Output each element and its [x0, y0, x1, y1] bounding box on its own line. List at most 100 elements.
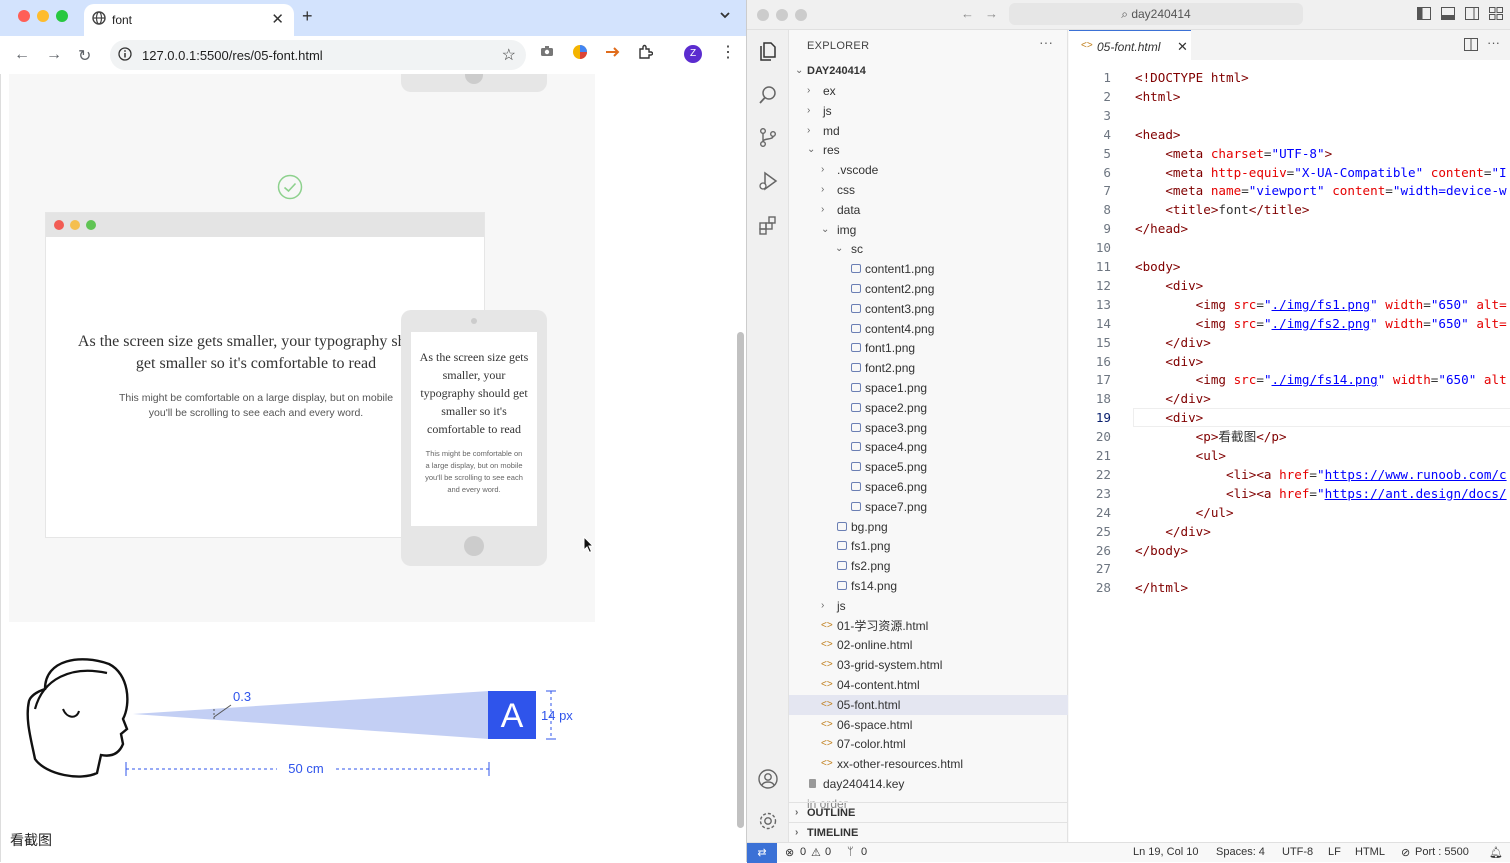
tree-folder[interactable]: ⌄ res — [789, 140, 1068, 160]
close-tab-icon[interactable]: ✕ — [1177, 39, 1188, 55]
split-editor-icon[interactable] — [1464, 38, 1478, 56]
tree-file[interactable]: space2.png — [789, 398, 1068, 418]
profile-avatar[interactable]: Z — [684, 45, 702, 63]
code-line[interactable]: <html> — [1135, 87, 1181, 106]
code-editor[interactable]: 1 <!DOCTYPE html> 2 <html> 3 4 <head> 5 <meta c… — [1069, 60, 1510, 820]
tree-folder[interactable]: › data — [789, 200, 1068, 220]
zoom-window-button[interactable] — [56, 10, 68, 22]
ports-icon[interactable]: ᛘ — [847, 846, 854, 858]
end-of-line[interactable]: LF — [1328, 846, 1341, 858]
cursor-position[interactable]: Ln 19, Col 10 — [1133, 846, 1198, 858]
remote-indicator-icon[interactable]: ⇄ — [747, 843, 777, 863]
editor-more-icon[interactable]: ··· — [1487, 35, 1500, 50]
close-window-button[interactable] — [757, 9, 769, 21]
run-debug-icon[interactable] — [757, 170, 779, 197]
code-line[interactable]: <meta name="viewport" content="width=dev… — [1135, 181, 1506, 200]
code-line[interactable]: </head> — [1135, 219, 1188, 238]
code-line[interactable]: <!DOCTYPE html> — [1135, 68, 1249, 87]
tree-file[interactable]: day240414.key — [789, 774, 1068, 794]
close-tab-icon[interactable]: ✕ — [271, 10, 284, 28]
zoom-window-button[interactable] — [795, 9, 807, 21]
tree-file[interactable]: <> 02-online.html — [789, 635, 1068, 655]
tree-folder[interactable]: ⌄ sc — [789, 239, 1068, 259]
code-line[interactable]: <img src="./img/fs2.png" width="650" alt… — [1135, 314, 1507, 333]
tree-file[interactable]: space3.png — [789, 418, 1068, 438]
tree-file[interactable]: content2.png — [789, 279, 1068, 299]
minimize-window-button[interactable] — [37, 10, 49, 22]
code-line[interactable]: <li><a href="https://www.runoob.com/c — [1135, 465, 1507, 484]
bookmark-star-icon[interactable]: ☆ — [502, 45, 516, 65]
command-center[interactable]: ⌕ day240414 — [1009, 3, 1303, 25]
toggle-panel-icon[interactable] — [1441, 7, 1455, 25]
tree-file[interactable]: <> 06-space.html — [789, 715, 1068, 735]
tree-file[interactable]: space4.png — [789, 437, 1068, 457]
tree-folder[interactable]: › md — [789, 121, 1068, 141]
camera-icon[interactable] — [540, 44, 554, 63]
code-line[interactable]: <meta charset="UTF-8"> — [1135, 144, 1332, 163]
tree-folder[interactable]: › .vscode — [789, 160, 1068, 180]
workspace-root[interactable]: ⌄ DAY240414 — [789, 61, 1068, 81]
tab-search-icon[interactable] — [718, 8, 732, 27]
tree-file[interactable]: content3.png — [789, 299, 1068, 319]
toggle-sidebar-icon[interactable] — [1417, 7, 1431, 25]
tree-file[interactable]: space7.png — [789, 497, 1068, 517]
editor-tab-active[interactable]: <> 05-font.html ✕ — [1069, 30, 1191, 60]
more-menu-icon[interactable]: ⋮ — [720, 42, 736, 62]
live-server-icon[interactable]: ⊘ — [1401, 846, 1410, 859]
code-line[interactable]: </html> — [1135, 578, 1188, 597]
code-line[interactable]: </div> — [1135, 333, 1211, 352]
tree-folder[interactable]: › js — [789, 101, 1068, 121]
code-line[interactable]: </ul> — [1135, 503, 1234, 522]
browser-tab-active[interactable]: font ✕ — [84, 4, 294, 36]
extensions-icon[interactable] — [757, 214, 779, 241]
timeline-section[interactable]: › TIMELINE — [789, 822, 1068, 842]
outline-section[interactable]: › OUTLINE — [789, 802, 1068, 822]
nav-back-icon[interactable]: ← — [961, 6, 974, 21]
tree-file[interactable]: <> xx-other-resources.html — [789, 754, 1068, 774]
tree-file[interactable]: space6.png — [789, 477, 1068, 497]
site-info-icon[interactable] — [118, 47, 132, 66]
code-line[interactable]: </body> — [1135, 541, 1188, 560]
errors-icon[interactable]: ⊗ — [785, 846, 794, 859]
tree-file[interactable]: <> 05-font.html — [789, 694, 1068, 715]
tree-file[interactable]: fs14.png — [789, 576, 1068, 596]
toggle-secondary-sidebar-icon[interactable] — [1465, 7, 1479, 25]
extension-color-icon[interactable] — [572, 44, 588, 65]
minimize-window-button[interactable] — [776, 9, 788, 21]
tree-folder[interactable]: › js — [789, 596, 1068, 616]
back-icon[interactable]: ← — [14, 46, 30, 64]
explorer-icon[interactable] — [757, 40, 779, 67]
tree-file[interactable]: <> 03-grid-system.html — [789, 655, 1068, 675]
forward-icon[interactable]: → — [46, 46, 62, 64]
tree-folder[interactable]: ⌄ img — [789, 220, 1068, 240]
code-line[interactable]: <body> — [1135, 257, 1181, 276]
code-line[interactable]: <div> — [1135, 408, 1203, 427]
tree-file[interactable]: <> 04-content.html — [789, 675, 1068, 695]
new-tab-button[interactable]: + — [302, 6, 313, 27]
reload-icon[interactable]: ↻ — [78, 46, 91, 66]
code-line[interactable]: <div> — [1135, 352, 1203, 371]
code-line[interactable]: <img src="./img/fs1.png" width="650" alt… — [1135, 295, 1507, 314]
close-window-button[interactable] — [18, 10, 30, 22]
code-line[interactable]: <head> — [1135, 125, 1181, 144]
address-bar[interactable]: 127.0.0.1:5500/res/05-font.html ☆ — [110, 40, 526, 70]
nav-forward-icon[interactable]: → — [985, 6, 998, 21]
tree-folder[interactable]: › css — [789, 180, 1068, 200]
tree-file[interactable]: content1.png — [789, 259, 1068, 279]
code-line[interactable]: <ul> — [1135, 446, 1226, 465]
source-control-icon[interactable] — [757, 126, 779, 153]
search-icon[interactable] — [757, 84, 779, 111]
indentation[interactable]: Spaces: 4 — [1216, 846, 1265, 858]
code-line[interactable]: <div> — [1135, 276, 1203, 295]
account-icon[interactable] — [757, 768, 779, 795]
code-line[interactable]: <li><a href="https://ant.design/docs/ — [1135, 484, 1507, 503]
notifications-bell-icon[interactable]: 🔔︎ — [1489, 846, 1503, 859]
code-line[interactable]: </div> — [1135, 522, 1211, 541]
extension-arrows-icon[interactable] — [604, 44, 620, 65]
tree-file[interactable]: content4.png — [789, 319, 1068, 339]
tree-file[interactable]: space1.png — [789, 378, 1068, 398]
code-line[interactable]: <img src="./img/fs14.png" width="650" al… — [1135, 370, 1507, 389]
code-line[interactable]: </div> — [1135, 389, 1211, 408]
tree-file[interactable]: font1.png — [789, 338, 1068, 358]
code-line[interactable]: <p>看截图</p> — [1135, 427, 1287, 446]
